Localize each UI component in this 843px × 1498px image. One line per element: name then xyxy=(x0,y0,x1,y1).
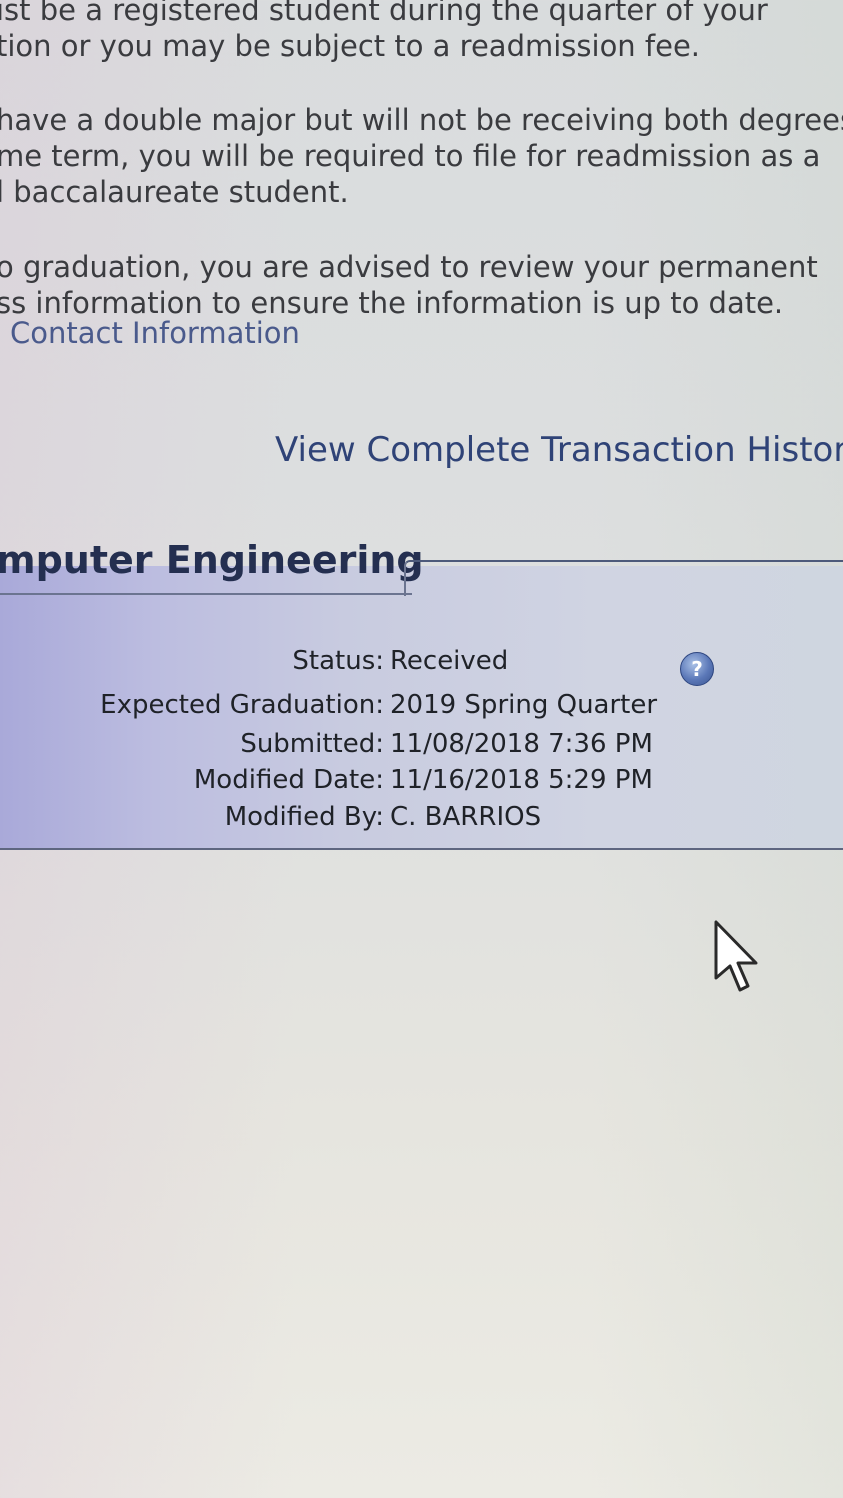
expected-graduation-value: 2019 Spring Quarter xyxy=(390,690,658,720)
notice-line: tion or you may be subject to a readmiss… xyxy=(0,29,701,63)
notice-paragraph-3: o graduation, you are advised to review … xyxy=(0,249,818,321)
notice-line: o graduation, you are advised to review … xyxy=(0,250,818,284)
notice-line: l baccalaureate student. xyxy=(0,175,349,209)
notice-line: me term, you will be required to file fo… xyxy=(0,139,821,173)
modified-date-label: Modified Date: xyxy=(193,765,384,795)
modified-by-label: Modified By: xyxy=(224,802,384,832)
help-icon[interactable]: ? xyxy=(680,652,714,686)
modified-by-value: C. BARRIOS xyxy=(390,802,542,832)
notice-paragraph-1: ıst be a registered student during the q… xyxy=(0,0,768,64)
expected-graduation-label: Expected Graduation: xyxy=(100,690,384,720)
submitted-label: Submitted: xyxy=(240,729,384,759)
arrow-cursor-icon xyxy=(714,920,758,992)
section-tab-underline xyxy=(0,593,412,595)
notice-line: ıst be a registered student during the q… xyxy=(0,0,768,27)
submitted-value: 11/08/2018 7:36 PM xyxy=(390,729,653,759)
section-title: mputer Engineering xyxy=(0,538,424,582)
notice-paragraph-2: have a double major but will not be rece… xyxy=(0,102,843,210)
section-title-rule xyxy=(412,560,843,562)
notice-line: have a double major but will not be rece… xyxy=(0,103,843,137)
section-tab-corner xyxy=(404,560,416,596)
modified-date-value: 11/16/2018 5:29 PM xyxy=(390,765,653,795)
contact-information-link[interactable]: Contact Information xyxy=(10,316,300,350)
view-transaction-history-link[interactable]: View Complete Transaction History xyxy=(275,430,843,470)
notice-line: ss information to ensure the information… xyxy=(0,286,784,320)
status-label: Status: xyxy=(292,646,384,676)
status-value: Received xyxy=(390,646,509,676)
